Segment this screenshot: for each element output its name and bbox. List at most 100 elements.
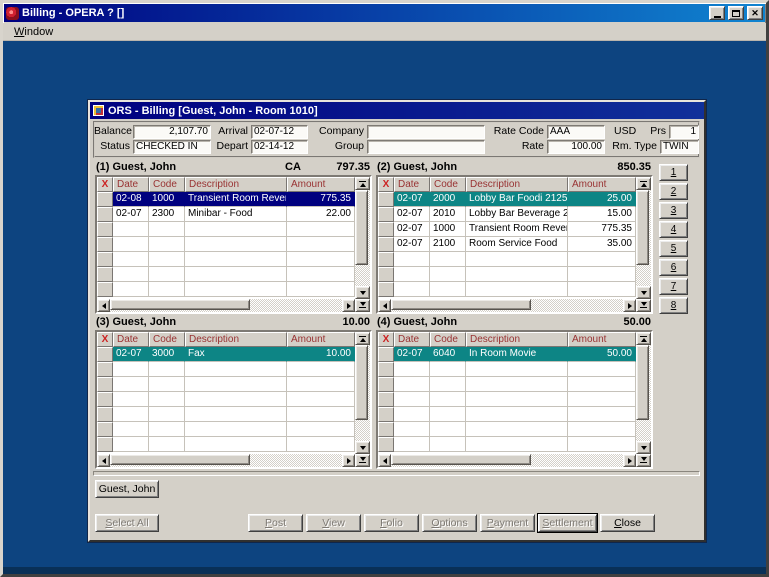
menu-window[interactable]: Window [9,25,58,39]
close-window-button[interactable]: ✕ [747,6,763,20]
table-row[interactable] [97,222,355,237]
row-select-cell[interactable] [378,207,394,222]
horizontal-scroll-thumb[interactable] [110,299,250,310]
vertical-scroll-thumb[interactable] [355,190,368,265]
row-select-cell[interactable] [97,437,113,452]
close-button[interactable]: Close [600,514,655,532]
table-row[interactable] [378,422,636,437]
row-select-cell[interactable] [97,267,113,282]
settlement-button[interactable]: Settlement [538,514,597,532]
vertical-scroll-track[interactable] [636,345,651,441]
row-select-cell[interactable] [97,347,113,362]
folio-page-button-7[interactable]: 7 [659,278,688,295]
scroll-top-button[interactable] [355,177,370,190]
room-type-field[interactable]: TWIN [660,140,699,154]
table-row[interactable] [97,407,355,422]
horizontal-scroll-thumb[interactable] [391,454,531,465]
scroll-left-button[interactable] [97,454,110,467]
post-button[interactable]: Post [248,514,303,532]
table-row[interactable] [97,237,355,252]
scroll-right-button[interactable] [342,299,355,312]
table-row[interactable] [378,407,636,422]
row-select-cell[interactable] [97,362,113,377]
table-row[interactable]: 02-07 3000 Fax 10.00 [97,347,355,362]
view-button[interactable]: View [306,514,361,532]
vertical-scroll-thumb[interactable] [636,345,649,420]
minimize-button[interactable] [709,6,725,20]
vertical-scroll-thumb[interactable] [355,345,368,420]
horizontal-scroll-thumb[interactable] [391,299,531,310]
company-field[interactable] [367,125,485,139]
row-select-cell[interactable] [378,422,394,437]
vertical-scrollbar[interactable] [636,332,651,454]
scroll-bottom-button[interactable] [355,454,370,467]
row-select-cell[interactable] [97,207,113,222]
table-row[interactable] [378,362,636,377]
table-row[interactable]: 02-07 2100 Room Service Food 35.00 [378,237,636,252]
table-row[interactable] [378,267,636,282]
horizontal-scroll-thumb[interactable] [110,454,250,465]
scroll-left-button[interactable] [378,454,391,467]
vertical-scrollbar[interactable] [355,332,370,454]
scroll-bottom-button[interactable] [636,454,651,467]
rate-field[interactable]: 100.00 [547,140,605,154]
table-row[interactable]: 02-07 1000 Transient Room Revenu 775.35 [378,222,636,237]
table-row[interactable] [97,392,355,407]
row-select-cell[interactable] [378,347,394,362]
row-select-cell[interactable] [378,192,394,207]
table-row[interactable] [97,362,355,377]
vertical-scroll-thumb[interactable] [636,190,649,265]
guest-folio-tab[interactable]: Guest, John [95,480,159,498]
group-field[interactable] [367,140,485,154]
scroll-top-button[interactable] [355,332,370,345]
scroll-left-button[interactable] [378,299,391,312]
horizontal-scrollbar[interactable] [97,299,370,312]
vertical-scrollbar[interactable] [355,177,370,299]
table-row[interactable] [378,392,636,407]
row-select-cell[interactable] [378,282,394,297]
balance-field[interactable]: 2,107.70 [133,125,211,139]
row-select-cell[interactable] [97,192,113,207]
horizontal-scroll-track[interactable] [391,454,623,467]
folio-page-button-2[interactable]: 2 [659,183,688,200]
folio-page-button-3[interactable]: 3 [659,202,688,219]
row-select-cell[interactable] [97,407,113,422]
table-row[interactable]: 02-07 2000 Lobby Bar Foodi 21251 25.00 [378,192,636,207]
table-row[interactable] [378,282,636,297]
row-select-cell[interactable] [97,282,113,297]
folio-button[interactable]: Folio [364,514,419,532]
row-select-cell[interactable] [97,237,113,252]
table-row[interactable] [97,282,355,297]
horizontal-scrollbar[interactable] [97,454,370,467]
scroll-bottom-button[interactable] [636,299,651,312]
row-select-cell[interactable] [378,407,394,422]
select-all-button[interactable]: Select All [95,514,159,532]
table-row[interactable] [97,422,355,437]
table-row[interactable]: 02-08 1000 Transient Room Revenu 775.35 [97,192,355,207]
scroll-down-button[interactable] [636,286,651,299]
table-row[interactable] [97,252,355,267]
folio-page-button-5[interactable]: 5 [659,240,688,257]
row-select-cell[interactable] [97,222,113,237]
scroll-down-button[interactable] [636,441,651,454]
table-row[interactable] [378,252,636,267]
row-select-cell[interactable] [378,437,394,452]
table-row[interactable] [97,377,355,392]
payment-button[interactable]: Payment [480,514,535,532]
scroll-down-button[interactable] [355,441,370,454]
app-titlebar[interactable]: Billing - OPERA ? [] ✕ [4,4,765,22]
horizontal-scrollbar[interactable] [378,299,651,312]
vertical-scrollbar[interactable] [636,177,651,299]
row-select-cell[interactable] [378,222,394,237]
maximize-button[interactable] [728,6,744,20]
vertical-scroll-track[interactable] [355,345,370,441]
table-row[interactable] [378,377,636,392]
row-select-cell[interactable] [378,377,394,392]
table-row[interactable] [97,437,355,452]
scroll-bottom-button[interactable] [355,299,370,312]
table-row[interactable]: 02-07 2300 Minibar - Food 22.00 [97,207,355,222]
row-select-cell[interactable] [378,392,394,407]
row-select-cell[interactable] [378,362,394,377]
folio-page-button-4[interactable]: 4 [659,221,688,238]
depart-field[interactable]: 02-14-12 [251,140,308,154]
